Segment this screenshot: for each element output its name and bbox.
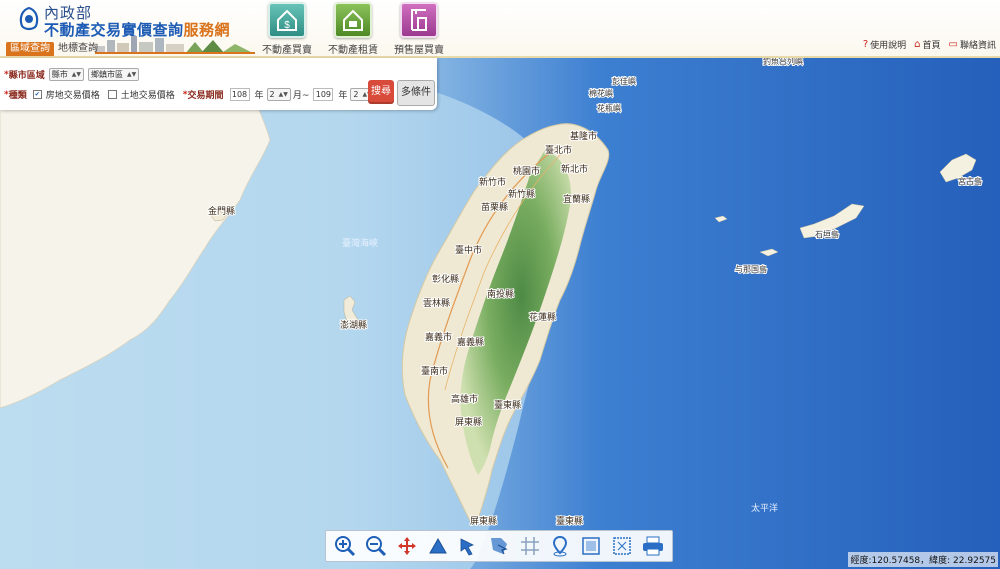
- nav-presale[interactable]: 預售屋買賣: [384, 2, 454, 56]
- utility-links: ? 使用說明 ⌂ 首頁 ▭ 聯絡資訊: [863, 38, 996, 51]
- type-row: * 種類 ✔ 房地交易價格 土地交易價格 * 交易期間 108 年 2 ▲▼ 月~…: [4, 88, 386, 101]
- to-month-value: 2: [353, 90, 359, 99]
- map-label-pacific: 太平洋: [751, 502, 778, 514]
- map-label-chiayi-city: 嘉義市: [425, 331, 452, 343]
- home-icon: ⌂: [914, 39, 921, 50]
- map-label-kinmen: 金門縣: [208, 205, 235, 217]
- tab-landmark-query[interactable]: 地標查詢: [54, 42, 102, 56]
- coordinates-readout: 經度:120.57458，緯度: 22.92575: [848, 552, 998, 567]
- question-icon: ?: [862, 39, 869, 50]
- land-price-label: 土地交易價格: [120, 91, 175, 101]
- help-link-label: 使用說明: [870, 41, 907, 51]
- map-label-nantou: 南投縣: [487, 288, 514, 300]
- home-link-label: 首頁: [922, 41, 941, 51]
- contact-link-label: 聯絡資訊: [959, 41, 996, 51]
- nav-rent-label: 不動產租賃: [328, 45, 378, 56]
- print-icon[interactable]: [641, 534, 665, 558]
- map-label-yonaguni: 与那国島: [735, 264, 767, 274]
- map-label-yilan: 宜蘭縣: [563, 193, 590, 205]
- query-panel: * 縣市區域 縣市 ▲▼ 鄉鎮市區 ▲▼ * 種類 ✔ 房地交易價格 土地交易價格 …: [0, 58, 437, 110]
- skyline-illustration: [95, 36, 255, 54]
- from-month-select[interactable]: 2 ▲▼: [266, 88, 291, 101]
- map-label-chiayi-county: 嘉義縣: [457, 336, 484, 348]
- location-pin-icon[interactable]: [548, 534, 572, 558]
- map-label-hsinchu-county: 新竹縣: [508, 188, 535, 200]
- map-label-pingtung-south: 屏東縣: [470, 515, 497, 527]
- from-month-value: 2: [269, 90, 275, 99]
- svg-text:$: $: [284, 20, 290, 31]
- help-link[interactable]: ? 使用說明: [863, 38, 906, 51]
- measure-area-icon[interactable]: [426, 534, 450, 558]
- house-dollar-icon: $: [268, 2, 306, 38]
- map-label-huaping: 花瓶嶼: [597, 103, 621, 113]
- nav-rent[interactable]: 不動產租賃: [318, 2, 388, 56]
- site-header: 內政部 不動產交易實價查詢服務網 區域查詢 地標查詢 $ 不動產買賣 不動產租賃…: [0, 0, 1000, 58]
- map-label-taiwan-strait: 臺灣海峽: [342, 237, 378, 249]
- month-range-sep: 月~: [292, 91, 310, 101]
- region-row: * 縣市區域 縣市 ▲▼ 鄉鎮市區 ▲▼: [4, 68, 143, 81]
- type-label: 種類: [8, 91, 27, 101]
- to-year-input[interactable]: 109: [313, 88, 334, 101]
- year-unit: 年: [254, 91, 264, 101]
- map-label-keelung: 基隆市: [570, 130, 597, 142]
- select-arrow-icon: ▲▼: [126, 71, 137, 78]
- map-label-taichung: 臺中市: [455, 244, 482, 256]
- map-label-pengjia: 彭佳嶼: [612, 76, 636, 86]
- nav-sale-label: 不動產買賣: [262, 45, 312, 56]
- map-label-newtaipei: 新北市: [561, 163, 588, 175]
- select-region-icon[interactable]: [487, 534, 511, 558]
- map-label-taitung: 臺東縣: [494, 399, 521, 411]
- checkbox-land-price[interactable]: [107, 90, 117, 99]
- map-label-penghu: 澎湖縣: [340, 319, 367, 331]
- from-year-input[interactable]: 108: [229, 88, 250, 101]
- select-arrow-icon[interactable]: [456, 534, 480, 558]
- map-label-changhua: 彰化縣: [432, 273, 459, 285]
- map-label-hsinchu-city: 新竹市: [479, 176, 506, 188]
- map-label-miyako: 宮古島: [958, 176, 982, 186]
- checkbox-house-price[interactable]: ✔: [32, 90, 42, 99]
- map-label-hualien: 花蓮縣: [529, 311, 556, 323]
- county-select-value: 縣市: [51, 70, 68, 79]
- house-key-icon: [334, 2, 372, 38]
- region-label: 縣市區域: [8, 71, 45, 81]
- district-select[interactable]: 鄉鎮市區 ▲▼: [87, 68, 140, 81]
- map-label-taitung-south: 臺東縣: [556, 515, 583, 527]
- map-label-miaoli: 苗栗縣: [481, 202, 508, 213]
- map-label-kaohsiung: 高雄市: [451, 393, 478, 405]
- advanced-search-button[interactable]: 多條件: [397, 80, 435, 106]
- select-arrow-icon: ▲▼: [71, 71, 81, 78]
- select-arrow-icon: ▲▼: [278, 91, 288, 98]
- tab-region-query[interactable]: 區域查詢: [6, 42, 54, 56]
- map-label-tainan: 臺南市: [421, 365, 448, 377]
- search-button[interactable]: 搜尋: [368, 80, 394, 104]
- period-label: 交易期間: [187, 91, 224, 101]
- house-price-label: 房地交易價格: [45, 91, 100, 101]
- home-link[interactable]: ⌂ 首頁: [914, 38, 940, 51]
- district-select-value: 鄉鎮市區: [90, 70, 123, 79]
- map-label-taipei: 臺北市: [545, 144, 572, 156]
- emblem-icon: [19, 6, 39, 31]
- fullscreen-icon[interactable]: [579, 534, 603, 558]
- map-label-mianhua: 棉花嶼: [589, 88, 613, 98]
- nav-sale[interactable]: $ 不動產買賣: [252, 2, 322, 56]
- map-label-taoyuan: 桃園市: [513, 165, 540, 177]
- nav-presale-label: 預售屋買賣: [394, 45, 444, 56]
- map-label-ishigaki: 石垣島: [815, 229, 839, 239]
- grid-icon[interactable]: [518, 534, 542, 558]
- zoom-out-icon[interactable]: [364, 534, 388, 558]
- map-label-pingtung: 屏東縣: [455, 416, 482, 428]
- county-select[interactable]: 縣市 ▲▼: [48, 68, 84, 81]
- map-label-yunlin: 雲林縣: [423, 297, 450, 309]
- map-toolbar: [325, 530, 673, 562]
- pan-icon[interactable]: [395, 534, 419, 558]
- year-unit: 年: [338, 91, 348, 101]
- query-mode-tabs: 區域查詢 地標查詢: [6, 42, 102, 56]
- contact-link[interactable]: ▭ 聯絡資訊: [949, 38, 996, 51]
- crane-building-icon: [400, 2, 438, 38]
- chat-icon: ▭: [948, 39, 958, 50]
- extent-icon[interactable]: [610, 534, 634, 558]
- zoom-in-icon[interactable]: [333, 534, 357, 558]
